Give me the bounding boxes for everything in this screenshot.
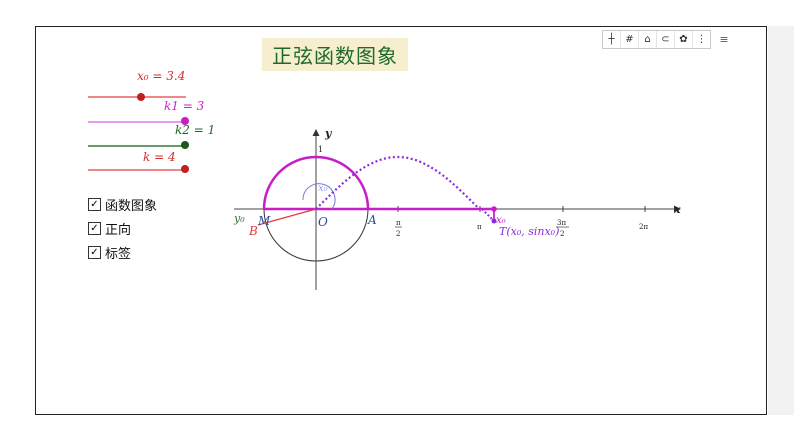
y-axis-label: y: [324, 127, 333, 140]
x-axis-label: x: [673, 203, 681, 216]
y-tick-label: 1: [318, 145, 323, 154]
x-tick-2pi: 2π: [639, 206, 648, 231]
tick-denominator: 2: [396, 230, 400, 238]
point-B-label: B: [248, 224, 258, 238]
point-M-label: M: [257, 214, 271, 228]
tick-label: 2π: [639, 223, 648, 231]
tick-denominator: 2: [560, 230, 564, 238]
point-T-label: T(x₀, sinx₀): [499, 225, 559, 238]
graphics-view[interactable]: x y 1 π 2 π 3π 2 2π O A B M y₀ x₀ x₀ T(x…: [0, 0, 794, 447]
tick-label: π: [477, 223, 482, 231]
tick-numerator: π: [396, 219, 401, 227]
y0-label: y₀: [233, 212, 245, 225]
x0-axis-point[interactable]: [491, 206, 497, 212]
sine-curve: [315, 155, 481, 210]
x0-arc-label: x₀: [318, 183, 328, 194]
origin-label: O: [318, 215, 328, 229]
point-A-label: A: [367, 213, 377, 227]
x-tick-halfpi: π 2: [395, 206, 402, 238]
